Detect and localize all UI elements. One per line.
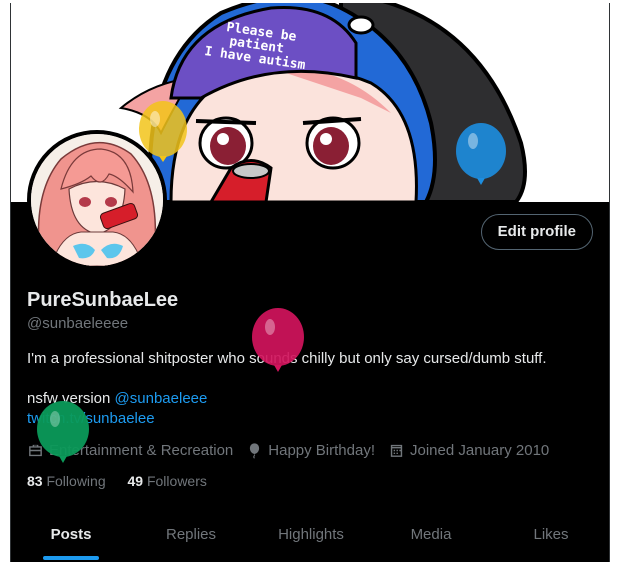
twitch-link[interactable]: twitch.tv/sunbaelee [27,410,155,427]
balloon-magenta [252,308,304,372]
birthday-text: Happy Birthday! [268,442,375,459]
following-count: 83 [27,473,43,489]
joined-item: Joined January 2010 [388,442,549,459]
tab-label: Posts [50,526,92,543]
following-link[interactable]: 83 Following [27,473,106,489]
briefcase-icon [29,444,42,457]
tab-label: Media [410,526,452,543]
bio-line-twitch: twitch.tv/sunbaelee [27,410,155,427]
followers-count: 49 [127,473,144,489]
avatar-image [31,134,163,266]
profile-tabs: Posts Replies Highlights Media Likes [11,512,609,562]
active-tab-indicator [43,556,99,560]
follow-stats: 83 Following 49 Followers [27,473,225,489]
nsfw-account-link[interactable]: @sunbaeleee [115,390,208,407]
profile-page: Please be patient I have autism Edit pro… [10,3,610,562]
joined-text: Joined January 2010 [410,442,550,459]
display-name: PureSunbaeLee [27,289,179,311]
balloon-icon [250,443,260,459]
category-item[interactable]: Entertainment & Recreation [27,442,233,459]
tab-media[interactable]: Media [371,512,491,562]
tab-label: Highlights [278,526,344,543]
tab-likes[interactable]: Likes [491,512,609,562]
tab-label: Likes [533,526,569,543]
handle: @sunbaeleeee [27,315,129,332]
birthday-item: Happy Birthday! [246,442,375,459]
avatar[interactable] [27,130,167,270]
profile-meta: Entertainment & Recreation Happy Birthda… [27,442,562,459]
category-text: Entertainment & Recreation [49,442,234,459]
bio-text: I'm a professional shitposter who sounds… [27,350,547,367]
calendar-icon [390,444,403,457]
tab-posts[interactable]: Posts [11,512,131,562]
tab-highlights[interactable]: Highlights [251,512,371,562]
bio-nsfw-label: nsfw version [27,390,115,407]
bio-line-nsfw: nsfw version @sunbaeleee [27,390,207,407]
followers-link[interactable]: 49 Followers [128,473,207,489]
followers-label: Followers [146,473,207,489]
following-label: Following [46,473,106,489]
tab-replies[interactable]: Replies [131,512,251,562]
tab-label: Replies [165,526,217,543]
edit-profile-button[interactable]: Edit profile [480,214,593,250]
